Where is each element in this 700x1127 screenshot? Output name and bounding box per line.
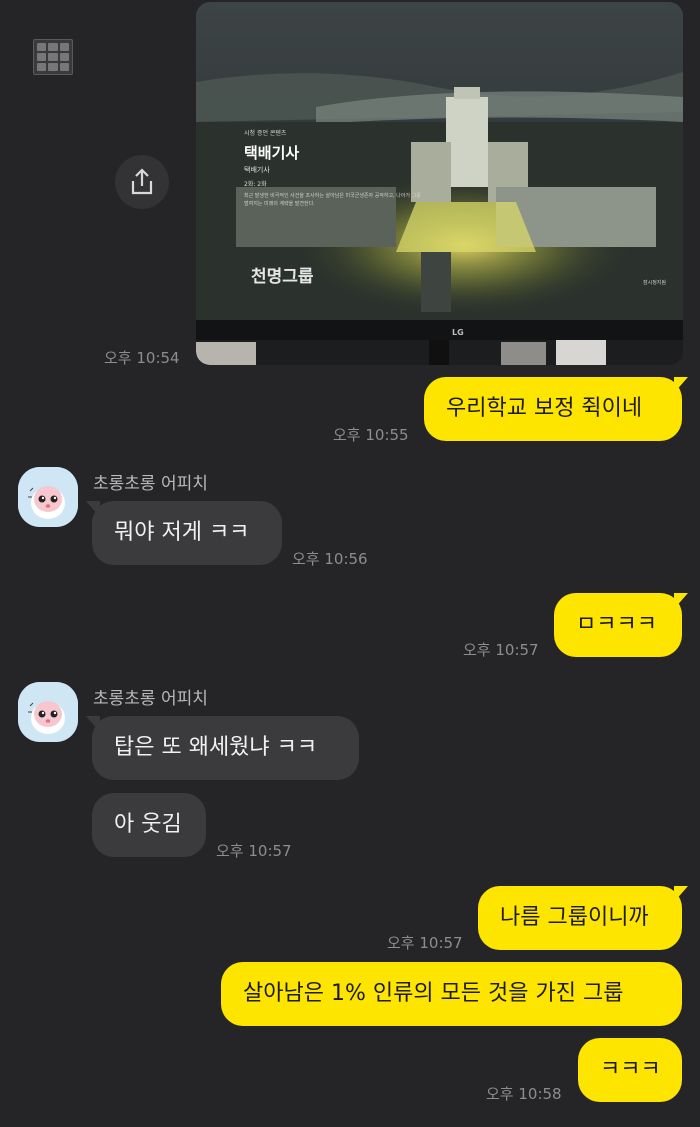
message-timestamp: 오후 10:57	[463, 641, 539, 659]
other-message-bubble[interactable]: 뭐야 저게 ㅋㅋ	[86, 501, 282, 565]
my-message-bubble[interactable]: 살아남은 1% 인류의 모든 것을 가진 그룹	[221, 962, 682, 1026]
stamp-logo-icon	[33, 39, 73, 75]
photo-small-caption: 시청 증언 콘텐츠	[244, 129, 287, 137]
photo-timestamp: 오후 10:54	[104, 349, 180, 367]
share-icon	[131, 168, 153, 195]
other-message-bubble[interactable]: 아 웃김	[92, 793, 206, 857]
message-text: 아 웃김	[114, 812, 182, 837]
sender-name: 초롱초롱 어피치	[93, 474, 208, 494]
my-message-bubble[interactable]: ㅋㅋㅋ	[578, 1038, 682, 1102]
message-timestamp: 오후 10:58	[486, 1085, 562, 1103]
message-timestamp: 오후 10:56	[292, 550, 368, 568]
message-text: 살아남은 1% 인류의 모든 것을 가진 그룹	[243, 981, 624, 1006]
photo-title: 택배기사	[244, 144, 299, 162]
message-text: 탑은 또 왜세웠냐 ㅋㅋ	[114, 735, 318, 760]
message-text: 우리학교 보정 쥑이네	[446, 396, 643, 421]
message-timestamp: 오후 10:57	[216, 842, 292, 860]
photo-group-text: 천명그룹	[251, 267, 314, 287]
my-message-bubble[interactable]: 나름 그룹이니까	[478, 886, 688, 950]
photo-corner-label: 잠시정지됨	[643, 279, 666, 286]
message-text: 나름 그룹이니까	[500, 905, 649, 930]
my-message-bubble[interactable]: 우리학교 보정 쥑이네	[424, 377, 688, 441]
photo-subtitle: 택배기사	[244, 165, 270, 174]
photo-description-1: 최근 발생한 비극적인 사건을 조사하는 살아남은 미국군생존자 공작하고, 나…	[244, 192, 421, 199]
apeach-avatar-icon[interactable]	[18, 467, 78, 527]
my-message-bubble[interactable]: ㅁㅋㅋㅋ	[554, 593, 688, 657]
photo-message[interactable]: 시청 증언 콘텐츠 택배기사 택배기사 2화: 2화 최근 발생한 비극적인 사…	[196, 2, 683, 365]
apeach-avatar-icon[interactable]	[18, 682, 78, 742]
monitor-photo: 시청 증언 콘텐츠 택배기사 택배기사 2화: 2화 최근 발생한 비극적인 사…	[196, 2, 683, 365]
share-button[interactable]	[115, 155, 169, 209]
message-text: ㅋㅋㅋ	[600, 1057, 661, 1082]
other-message-bubble[interactable]: 탑은 또 왜세웠냐 ㅋㅋ	[86, 716, 359, 780]
monitor-brand: LG	[452, 328, 464, 337]
message-text: ㅁㅋㅋㅋ	[576, 612, 657, 637]
message-timestamp: 오후 10:55	[333, 426, 409, 444]
sender-name: 초롱초롱 어피치	[93, 689, 208, 709]
message-text: 뭐야 저게 ㅋㅋ	[114, 520, 250, 545]
photo-episode: 2화: 2화	[244, 181, 267, 188]
message-timestamp: 오후 10:57	[387, 934, 463, 952]
photo-description-2: 벌여지는 미래의 계략을 발견한다.	[244, 200, 315, 207]
